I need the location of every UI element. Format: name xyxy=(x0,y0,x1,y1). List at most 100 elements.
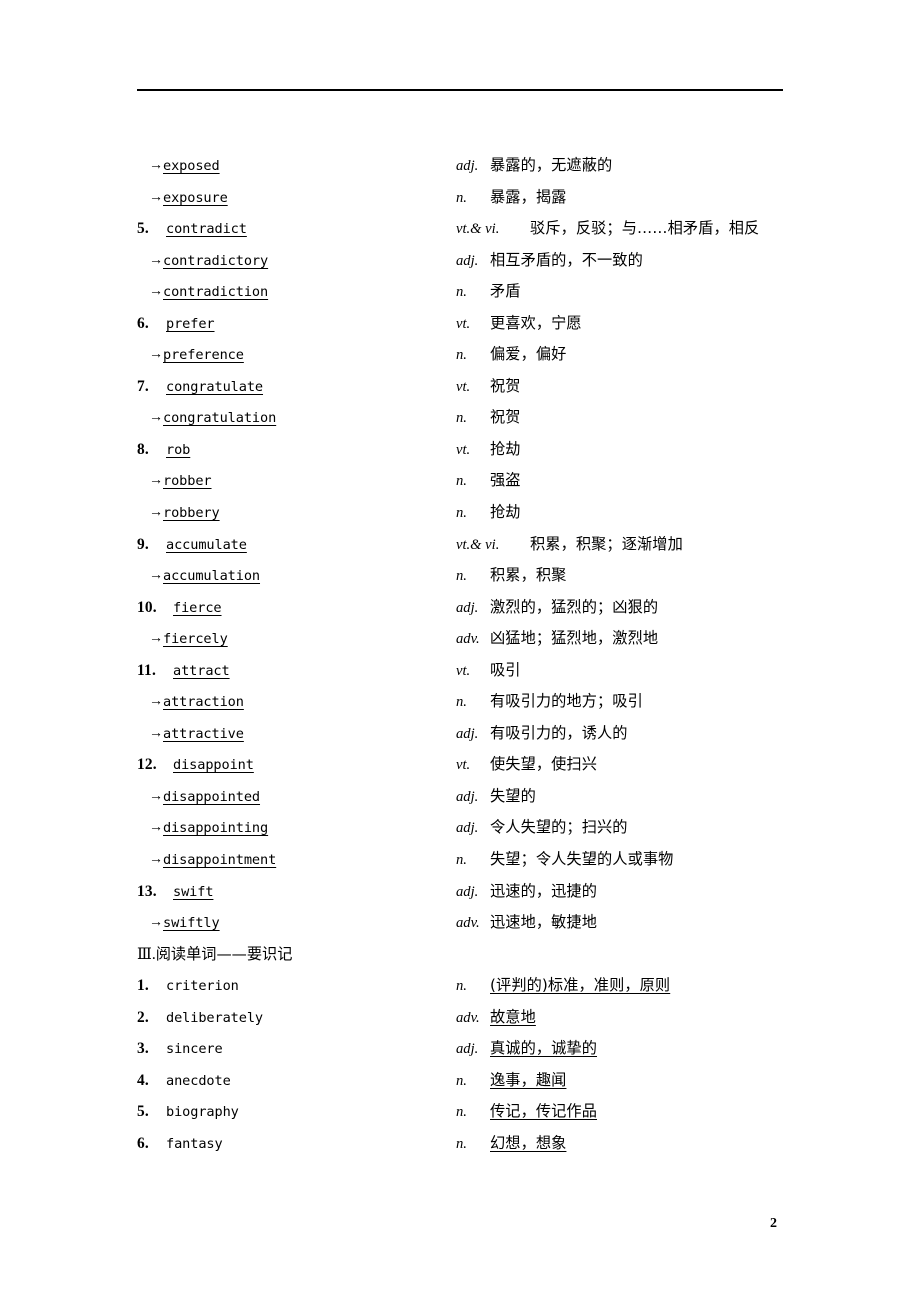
entry-meaning: 逸事，趣闻 xyxy=(490,1070,567,1089)
entry-word: congratulation xyxy=(163,410,277,427)
entry-meaning: 激烈的，猛烈的；凶狠的 xyxy=(490,597,659,616)
word-cell: →fiercely xyxy=(137,623,453,655)
part-of-speech: n. xyxy=(456,568,467,585)
word-cell: 6. prefer xyxy=(137,308,453,340)
entry-number: 10. xyxy=(137,598,157,616)
document-page: →exposed adj. 暴露的，无遮蔽的 →exposure n. 暴露，揭露 5. co… xyxy=(0,0,920,1302)
definition-cell: n. 逸事，趣闻 xyxy=(456,1065,566,1097)
vocabulary-row: →disappointed adj. 失望的 xyxy=(137,781,817,813)
entry-meaning: 抢劫 xyxy=(490,503,521,522)
part-of-speech: adj. xyxy=(456,788,479,805)
vocabulary-row: →contradictory adj. 相互矛盾的，不一致的 xyxy=(137,245,817,277)
definition-cell: adj. 有吸引力的，诱人的 xyxy=(456,718,628,750)
derivation-arrow-icon: → xyxy=(149,915,163,931)
entry-word: anecdote xyxy=(166,1072,231,1089)
section-heading-3: Ⅲ.阅读单词——要识记 xyxy=(137,939,817,971)
entry-meaning: 积累，积聚 xyxy=(490,566,567,585)
entry-word: exposed xyxy=(163,158,220,174)
vocabulary-row: 3. sincere adj. 真诚的，诚挚的 xyxy=(137,1033,817,1065)
definition-cell: vt.& vi. 驳斥，反驳；与……相矛盾，相反 xyxy=(456,213,759,245)
entry-meaning: 失望的 xyxy=(490,786,536,805)
entry-meaning: 祝贺 xyxy=(490,408,521,427)
vocabulary-row: 12. disappoint vt. 使失望，使扫兴 xyxy=(137,749,817,781)
definition-cell: adv. 迅速地，敏捷地 xyxy=(456,907,597,939)
vocabulary-row: →robbery n. 抢劫 xyxy=(137,497,817,529)
vocabulary-row: →swiftly adv. 迅速地，敏捷地 xyxy=(137,907,817,939)
derivation-arrow-icon: → xyxy=(149,631,163,647)
entry-meaning: 祝贺 xyxy=(490,376,521,395)
vocabulary-row: 2. deliberately adv. 故意地 xyxy=(137,1002,817,1034)
entry-number: 13. xyxy=(137,882,157,900)
vocabulary-row: →congratulation n. 祝贺 xyxy=(137,402,817,434)
entry-word: fantasy xyxy=(166,1135,223,1152)
derivation-arrow-icon: → xyxy=(149,852,163,868)
part-of-speech: adj. xyxy=(456,725,479,742)
part-of-speech: vt.& vi. xyxy=(456,221,500,238)
entry-word: deliberately xyxy=(166,1009,264,1026)
derivation-arrow-icon: → xyxy=(149,820,163,836)
word-cell: →disappointment xyxy=(137,844,453,876)
entry-word: sincere xyxy=(166,1041,223,1058)
part-of-speech: adj. xyxy=(456,158,479,174)
header-rule xyxy=(137,89,783,91)
entry-number: 7. xyxy=(137,377,149,395)
word-cell: 11. attract xyxy=(137,655,453,687)
entry-meaning: 矛盾 xyxy=(490,282,521,301)
vocabulary-list: →exposed adj. 暴露的，无遮蔽的 →exposure n. 暴露，揭露 5. co… xyxy=(137,150,817,1160)
word-cell: →exposure xyxy=(137,182,453,214)
entry-word: accumulate xyxy=(166,536,247,553)
part-of-speech: vt. xyxy=(456,378,471,395)
entry-word: disappoint xyxy=(173,757,254,774)
word-cell: →robbery xyxy=(137,497,453,529)
entry-meaning: 偏爱，偏好 xyxy=(490,345,567,364)
definition-cell: n. 传记，传记作品 xyxy=(456,1096,597,1128)
part-of-speech: n. xyxy=(456,473,467,490)
part-of-speech: vt. xyxy=(456,757,471,774)
word-cell: →robber xyxy=(137,465,453,497)
definition-cell: adj. 令人失望的；扫兴的 xyxy=(456,812,628,844)
word-cell: 13. swift xyxy=(137,876,453,908)
word-cell: →contradiction xyxy=(137,276,453,308)
entry-word: exposure xyxy=(163,189,228,206)
part-of-speech: n. xyxy=(456,284,467,301)
definition-cell: n. 积累，积聚 xyxy=(456,560,566,592)
word-cell: →swiftly xyxy=(137,907,453,939)
entry-word: biography xyxy=(166,1104,239,1121)
word-cell: →exposed xyxy=(137,150,453,182)
vocabulary-row: →exposed adj. 暴露的，无遮蔽的 xyxy=(137,150,817,182)
entry-number: 5. xyxy=(137,220,149,238)
entry-word: prefer xyxy=(166,315,215,332)
derivation-arrow-icon: → xyxy=(149,284,163,300)
derivation-arrow-icon: → xyxy=(149,158,163,173)
entry-number: 12. xyxy=(137,756,157,774)
part-of-speech: vt. xyxy=(456,441,471,458)
definition-cell: adv. 故意地 xyxy=(456,1002,536,1034)
entry-word: fierce xyxy=(173,599,222,616)
entry-word: attraction xyxy=(163,694,244,711)
part-of-speech: n. xyxy=(456,852,467,869)
entry-word: swiftly xyxy=(163,915,220,932)
definition-cell: adj. 暴露的，无遮蔽的 xyxy=(456,150,612,182)
vocabulary-row: →accumulation n. 积累，积聚 xyxy=(137,560,817,592)
part-of-speech: vt. xyxy=(456,315,471,332)
definition-cell: vt. 更喜欢，宁愿 xyxy=(456,308,582,340)
part-of-speech: n. xyxy=(456,505,467,522)
vocabulary-row: →attractive adj. 有吸引力的，诱人的 xyxy=(137,718,817,750)
derivation-arrow-icon: → xyxy=(149,568,163,584)
derivation-arrow-icon: → xyxy=(149,694,163,710)
definition-cell: n. 偏爱，偏好 xyxy=(456,339,566,371)
entry-number: 8. xyxy=(137,440,149,458)
entry-meaning: 有吸引力的地方；吸引 xyxy=(490,692,643,711)
word-cell: 6. fantasy xyxy=(137,1128,453,1160)
entry-number: 3. xyxy=(137,1040,149,1058)
word-cell: 9. accumulate xyxy=(137,529,453,561)
vocabulary-row: 8. rob vt. 抢劫 xyxy=(137,434,817,466)
derivation-arrow-icon: → xyxy=(149,347,163,363)
derivation-arrow-icon: → xyxy=(149,788,163,804)
vocabulary-row: 11. attract vt. 吸引 xyxy=(137,655,817,687)
entry-word: congratulate xyxy=(166,378,264,395)
entry-word: attractive xyxy=(163,725,244,742)
definition-cell: vt.& vi. 积累，积聚；逐渐增加 xyxy=(456,529,683,561)
section-roman-numeral: Ⅲ. xyxy=(137,945,156,963)
part-of-speech: n. xyxy=(456,410,467,427)
